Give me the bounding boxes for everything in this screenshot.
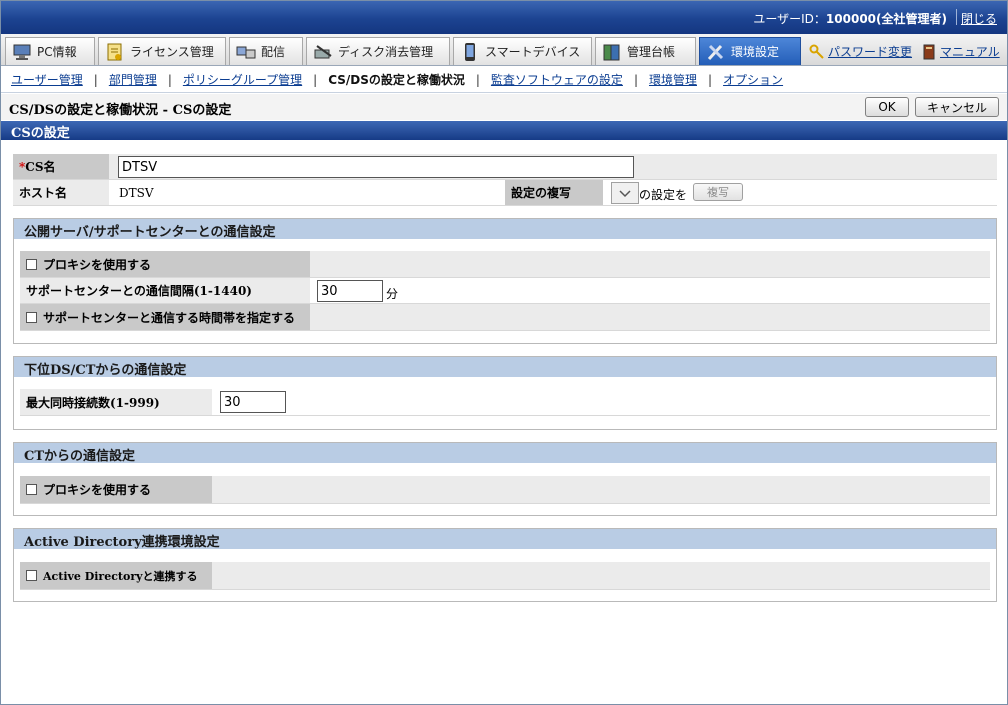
user-info: ユーザーID：100000(全社管理者) (753, 12, 947, 26)
subnav-environment[interactable]: 環境管理 (649, 71, 697, 88)
public-server-comm-group: 公開サーバ/サポートセンターとの通信設定 プロキシを使用する サポートセンターと… (13, 218, 997, 344)
subnav-current: CS/DSの設定と稼働状況 (328, 73, 465, 87)
pc-info-icon (13, 44, 31, 60)
subnav-user-management[interactable]: ユーザー管理 (11, 71, 83, 88)
ct-proxy-checkbox[interactable] (26, 484, 37, 495)
ledger-icon (603, 44, 620, 60)
ct-comm-group: CTからの通信設定 プロキシを使用する (13, 442, 997, 516)
proxy-checkbox[interactable] (26, 258, 37, 270)
interval-label: サポートセンターとの通信間隔(1-1440) (20, 278, 310, 303)
max-conn-input[interactable] (220, 391, 286, 413)
subnav-audit-software[interactable]: 監査ソフトウェアの設定 (491, 71, 623, 88)
subnav-option[interactable]: オプション (723, 71, 783, 88)
interval-row: サポートセンターとの通信間隔(1-1440) 分 (20, 278, 990, 304)
header-separator (956, 9, 957, 25)
copy-source-select[interactable] (611, 182, 639, 204)
tab-ledger[interactable]: 管理台帳 (595, 37, 696, 65)
interval-unit: 分 (386, 287, 399, 301)
active-directory-group: Active Directory連携環境設定 Active Directoryと… (13, 528, 997, 602)
sub-navigation: ユーザー管理 | 部門管理 | ポリシーグループ管理 | CS/DSの設定と稼働… (1, 67, 1007, 93)
active-directory-title: Active Directory連携環境設定 (14, 529, 996, 550)
book-icon (923, 44, 935, 59)
license-icon (107, 43, 122, 60)
max-conn-row: 最大同時接続数(1-999) (20, 389, 990, 416)
tab-smart-device[interactable]: スマートデバイス (453, 37, 592, 65)
cancel-button[interactable]: キャンセル (915, 97, 999, 117)
host-name-value: DTSV (119, 186, 154, 200)
lower-ds-comm-title: 下位DS/CTからの通信設定 (14, 357, 996, 378)
timeband-row: サポートセンターと通信する時間帯を指定する (20, 304, 990, 331)
ad-link-checkbox[interactable] (26, 570, 37, 581)
ad-link-label[interactable]: Active Directoryと連携する (20, 562, 212, 589)
public-server-comm-title: 公開サーバ/サポートセンターとの通信設定 (14, 219, 996, 240)
subnav-policy-group[interactable]: ポリシーグループ管理 (183, 71, 302, 88)
close-link[interactable]: 閉じる (961, 10, 997, 27)
ok-button[interactable]: OK (865, 97, 909, 117)
timeband-checkbox[interactable] (26, 311, 37, 323)
proxy-label[interactable]: プロキシを使用する (20, 251, 310, 277)
top-header: ユーザーID：100000(全社管理者) 閉じる (1, 1, 1007, 34)
cs-name-row: * CS名 (13, 154, 997, 180)
copy-settings-label: 設定の複写 (505, 180, 603, 205)
max-conn-label: 最大同時接続数(1-999) (20, 389, 212, 415)
proxy-row: プロキシを使用する (20, 251, 990, 278)
timeband-label[interactable]: サポートセンターと通信する時間帯を指定する (20, 304, 310, 330)
copy-suffix-text: の設定を (639, 188, 688, 202)
smart-device-icon (465, 42, 475, 61)
cs-name-label: * CS名 (13, 154, 109, 179)
main-tabs: PC情報 ライセンス管理 配信 ディスク消去管理 スマートデバイス 管理台帳 環… (1, 34, 1007, 66)
copy-button[interactable]: 複写 (693, 183, 743, 201)
ad-link-row: Active Directoryと連携する (20, 562, 990, 590)
section-header: CSの設定 (1, 121, 1007, 141)
password-change-link[interactable]: パスワード変更 (809, 43, 912, 60)
host-name-label: ホスト名 (13, 180, 109, 205)
ct-comm-title: CTからの通信設定 (14, 443, 996, 464)
ct-proxy-row: プロキシを使用する (20, 476, 990, 504)
ct-proxy-label[interactable]: プロキシを使用する (20, 476, 212, 503)
tab-distribution[interactable]: 配信 (229, 37, 303, 65)
lower-ds-comm-group: 下位DS/CTからの通信設定 最大同時接続数(1-999) (13, 356, 997, 430)
cs-name-input[interactable] (118, 156, 634, 178)
interval-input[interactable] (317, 280, 383, 302)
tools-icon (707, 44, 724, 60)
host-name-row: ホスト名 DTSV 設定の複写 の設定を 複写 (13, 180, 997, 206)
tab-disk-erase[interactable]: ディスク消去管理 (306, 37, 450, 65)
chevron-down-icon (619, 190, 631, 198)
disk-erase-icon (314, 44, 332, 58)
manual-link[interactable]: マニュアル (921, 43, 1000, 60)
tab-pc-info[interactable]: PC情報 (5, 37, 95, 65)
subnav-department-management[interactable]: 部門管理 (109, 71, 157, 88)
page-title: CS/DSの設定と稼働状況 - CSの設定 (9, 103, 232, 118)
form-content: *CS名 ホスト名 DTSV 設定の複写 の設定を 複写 公開サーバ/サポートセ… (1, 140, 1007, 704)
tab-license[interactable]: ライセンス管理 (98, 37, 226, 65)
distribution-icon (236, 46, 256, 58)
tab-settings[interactable]: 環境設定 (699, 37, 801, 65)
page-title-row: CS/DSの設定と稼働状況 - CSの設定 OK キャンセル (1, 94, 1007, 120)
key-icon (809, 44, 824, 59)
